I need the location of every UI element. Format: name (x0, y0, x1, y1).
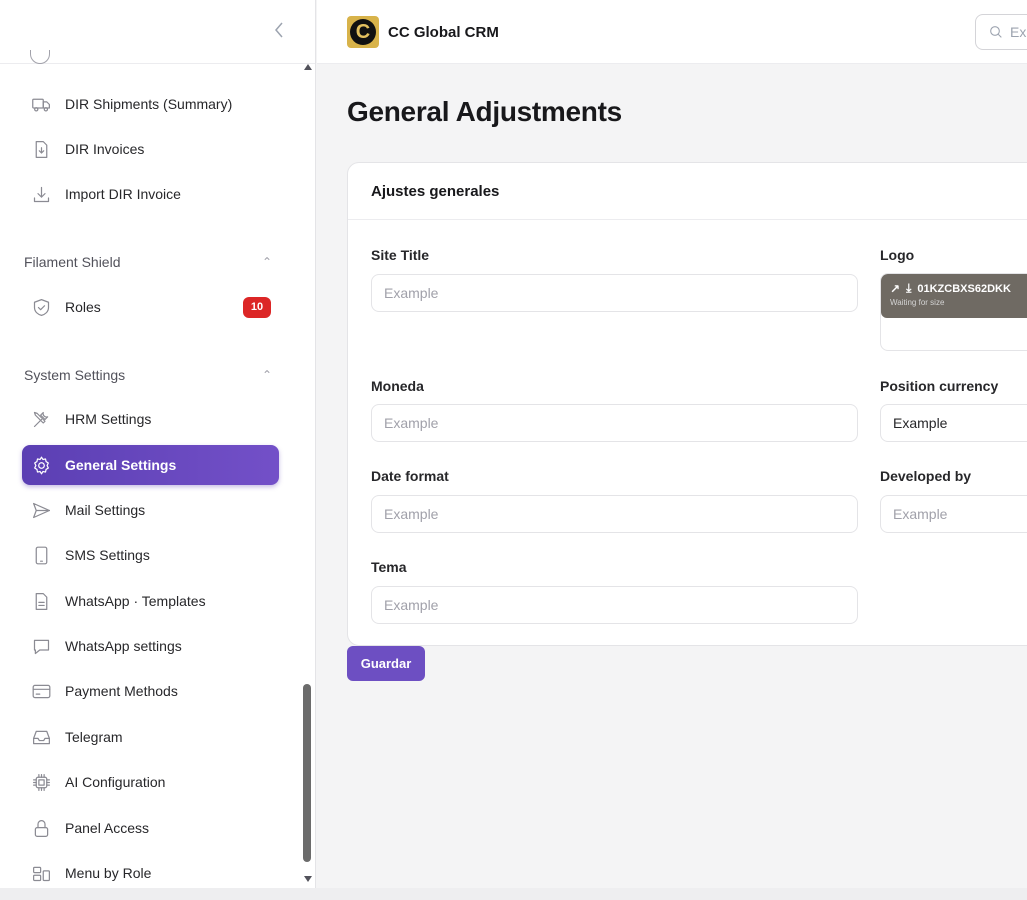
global-search-input[interactable]: Ex (975, 14, 1027, 50)
chevron-left-icon (275, 22, 283, 38)
sidebar-item-import-dir-invoice[interactable]: Import DIR Invoice (22, 174, 279, 214)
shield-check-icon (30, 296, 52, 318)
paper-airplane-icon (30, 499, 52, 521)
sidebar-item-roles[interactable]: Roles 10 (22, 287, 279, 327)
scroll-down-arrow-icon[interactable] (304, 876, 312, 882)
cpu-chip-icon (30, 771, 52, 793)
sidebar-item-label: WhatsApp settings (65, 638, 182, 654)
sidebar-item-label: DIR Invoices (65, 141, 145, 157)
inbox-icon (30, 726, 52, 748)
sidebar-item-label: Telegram (65, 729, 123, 745)
sidebar-item-payment-methods[interactable]: Payment Methods (22, 671, 279, 711)
developed-by-label: Developed by (880, 468, 972, 484)
logo-file-name: 01KZCBXS62DKK (917, 282, 1011, 295)
cog-icon (30, 454, 52, 476)
sidebar-item-label: Roles (65, 299, 101, 315)
sidebar-item-label: SMS Settings (65, 547, 150, 563)
sidebar-item-panel-access[interactable]: Panel Access (22, 808, 279, 848)
sidebar-item-label: General Settings (65, 457, 177, 473)
logo-upload-status: Waiting for size (890, 298, 945, 307)
sidebar-item-label: HRM Settings (65, 411, 152, 427)
chevron-up-icon: ⌃ (261, 368, 272, 382)
sidebar-item-label: Mail Settings (65, 502, 146, 518)
settings-card: Ajustes generales Site Title Example Log… (347, 162, 1027, 646)
sidebar-item-hrm-settings[interactable]: HRM Settings (22, 399, 279, 439)
site-title-input[interactable]: Example (371, 274, 858, 312)
sidebar-item-label: WhatsApp · Templates (65, 593, 206, 609)
truck-icon (30, 93, 52, 115)
open-external-icon[interactable]: ↗ (890, 282, 900, 296)
sidebar-item-label: Menu by Role (65, 865, 152, 881)
search-placeholder: Ex (1010, 24, 1027, 40)
date-format-input[interactable]: Example (371, 495, 858, 533)
chevron-up-icon: ⌃ (261, 255, 272, 269)
wrench-screwdriver-icon (30, 408, 52, 430)
sidebar-group-filament-shield[interactable]: Filament Shield ⌃ (24, 250, 274, 274)
tema-input[interactable]: Example (371, 586, 858, 624)
scroll-up-arrow-icon[interactable] (304, 64, 312, 70)
developed-by-input[interactable]: Example (880, 495, 1027, 533)
position-currency-label: Position currency (880, 378, 999, 394)
device-phone-icon (30, 544, 52, 566)
collapse-sidebar-button[interactable] (269, 20, 289, 44)
sidebar-group-label: Filament Shield (24, 254, 121, 270)
sidebar-item-general-settings[interactable]: General Settings (22, 445, 279, 485)
sidebar-scrollbar[interactable] (302, 64, 314, 888)
partial-item-icon (30, 50, 50, 64)
moneda-label: Moneda (371, 378, 424, 394)
logo-upload-field[interactable]: ↗ ⤓ 01KZCBXS62DKK Waiting for size (880, 273, 1027, 351)
sidebar-item-dir-shipments[interactable]: DIR Shipments (Summary) (22, 84, 279, 124)
sidebar-item-label: Import DIR Invoice (65, 186, 181, 202)
chat-bubble-icon (30, 635, 52, 657)
sidebar-item-ai-configuration[interactable]: AI Configuration (22, 762, 279, 802)
brand[interactable]: C CC Global CRM (347, 16, 499, 48)
window-bottom-edge (0, 888, 1027, 900)
logo-file-chip: ↗ ⤓ 01KZCBXS62DKK Waiting for size (881, 274, 1027, 318)
squares-icon (30, 862, 52, 884)
date-format-label: Date format (371, 468, 449, 484)
sidebar-item-dir-invoices[interactable]: DIR Invoices (22, 129, 279, 169)
sidebar-item-mail-settings[interactable]: Mail Settings (22, 490, 279, 530)
sidebar-item-telegram[interactable]: Telegram (22, 717, 279, 757)
moneda-input[interactable]: Example (371, 404, 858, 442)
sidebar-group-system-settings[interactable]: System Settings ⌃ (24, 363, 274, 387)
sidebar: DIR Shipments (Summary) DIR Invoices Imp… (0, 0, 316, 888)
sidebar-item-label: Panel Access (65, 820, 150, 836)
brand-name: CC Global CRM (388, 23, 499, 41)
download-icon (30, 183, 52, 205)
sidebar-item-label: Payment Methods (65, 683, 178, 699)
scrollbar-thumb[interactable] (303, 684, 311, 862)
sidebar-item-whatsapp-settings[interactable]: WhatsApp settings (22, 626, 279, 666)
download-icon[interactable]: ⤓ (906, 281, 911, 296)
brand-logo-mark-icon: C (350, 19, 376, 45)
document-download-icon (30, 138, 52, 160)
logo-label: Logo (880, 247, 915, 263)
site-title-label: Site Title (371, 247, 430, 263)
sidebar-item-sms-settings[interactable]: SMS Settings (22, 535, 279, 575)
sidebar-item-whatsapp-templates[interactable]: WhatsApp · Templates (22, 581, 279, 621)
tema-label: Tema (371, 559, 407, 575)
sidebar-item-label: AI Configuration (65, 774, 166, 790)
section-title: Ajustes generales (348, 163, 1027, 220)
lock-icon (30, 817, 52, 839)
topbar: C CC Global CRM Ex (317, 0, 1027, 64)
position-currency-select[interactable]: Example (880, 404, 1027, 442)
brand-logo: C (347, 16, 379, 48)
save-button[interactable]: Guardar (347, 646, 425, 681)
roles-count-badge: 10 (243, 297, 271, 318)
sidebar-group-label: System Settings (24, 367, 126, 383)
sidebar-item-menu-by-role[interactable]: Menu by Role (22, 853, 279, 888)
credit-card-icon (30, 680, 52, 702)
sidebar-item-label: DIR Shipments (Summary) (65, 96, 233, 112)
sidebar-header (0, 0, 315, 64)
search-icon (990, 26, 1002, 38)
document-text-icon (30, 590, 52, 612)
page-title: General Adjustments (347, 96, 622, 127)
